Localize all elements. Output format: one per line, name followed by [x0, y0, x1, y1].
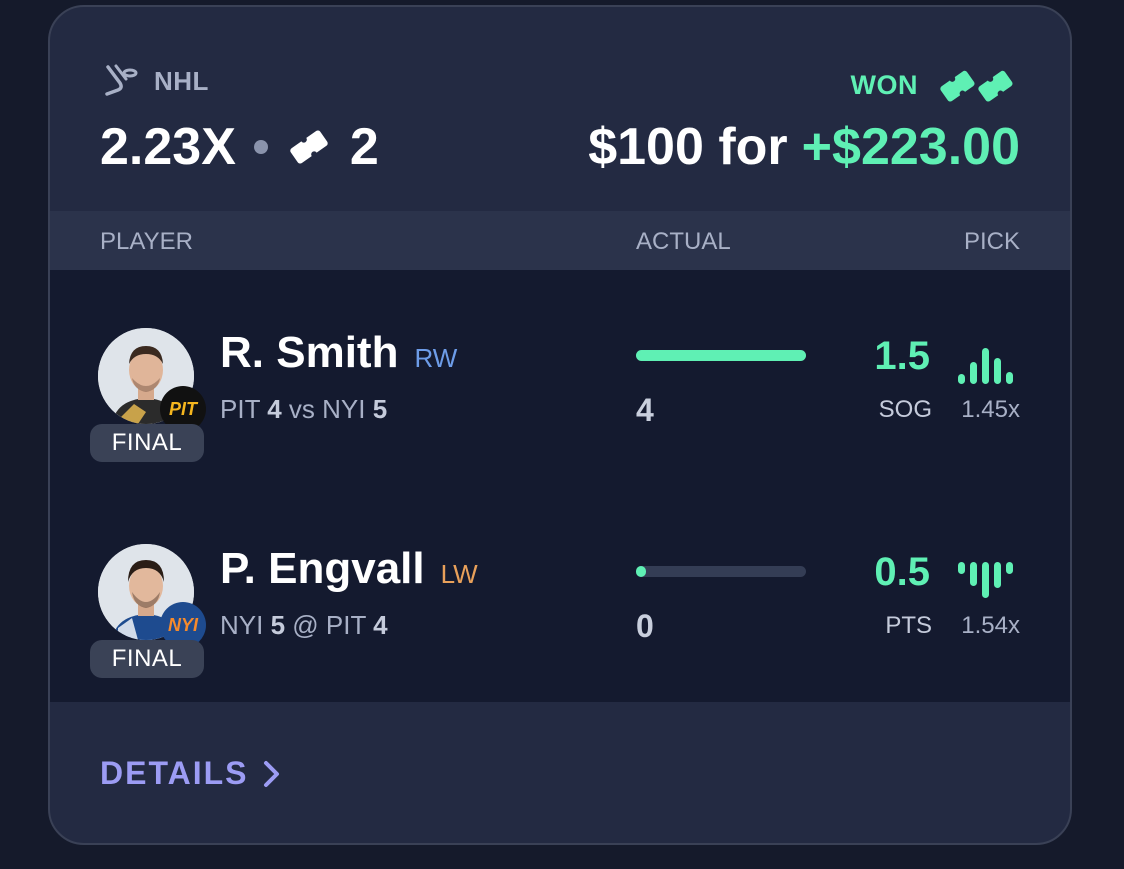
details-label: DETAILS: [100, 755, 249, 791]
payout-amount: +$223.00: [801, 118, 1020, 176]
column-player: PLAYER: [100, 228, 193, 255]
matchup-connector: @: [292, 610, 319, 640]
progress-bar: [636, 350, 806, 361]
player-name-line: P. Engvall LW: [220, 544, 478, 594]
league-label: NHL: [154, 65, 209, 96]
matchup: NYI 5 @ PIT 4: [220, 610, 388, 641]
team-abbr: NYI: [220, 610, 264, 640]
pick-card[interactable]: NHL WON 2.23X 2 $100 for +$223.00 PLAYER…: [48, 5, 1072, 845]
entry-amount: $100 for: [588, 118, 788, 176]
payout-row: $100 for +$223.00: [588, 117, 1020, 177]
result-label: WON: [850, 69, 918, 100]
column-pick: PICK: [963, 228, 1020, 255]
player-avatar: NYI: [98, 544, 206, 648]
column-actual: ACTUAL: [636, 228, 731, 255]
game-status-badge: FINAL: [90, 640, 204, 678]
pick-line: 0.5: [874, 550, 930, 594]
matchup-connector: vs: [288, 394, 315, 424]
pick-multiplier: 1.54x: [961, 612, 1020, 639]
progress-fill: [636, 350, 806, 361]
result-status: WON: [851, 63, 1020, 107]
player-row[interactable]: NYI FINAL P. Engvall LW NYI 5 @ PIT 4 0 …: [50, 486, 1070, 702]
player-row[interactable]: PIT FINAL R. Smith RW PIT 4 vs NYI 5 4 1…: [50, 270, 1070, 486]
opponent-abbr: PIT: [325, 610, 366, 640]
multiplier-row: 2.23X 2: [100, 117, 379, 177]
team-abbr: PIT: [220, 394, 260, 424]
details-link[interactable]: DETAILS: [100, 755, 283, 792]
separator-dot: [253, 140, 268, 154]
opponent-score: 4: [373, 610, 388, 640]
opponent-score: 5: [372, 394, 388, 424]
tickets-icon: [940, 70, 1013, 102]
pick-line: 1.5: [874, 334, 930, 378]
hockey-stick-icon: [105, 64, 138, 96]
team-score: 4: [267, 394, 282, 424]
player-avatar: PIT: [98, 328, 206, 432]
chevron-right-icon: [263, 760, 279, 787]
player-position: LW: [440, 559, 478, 589]
team-score: 5: [270, 610, 286, 640]
multiplier-value: 2.23X: [100, 118, 236, 176]
pick-multiplier: 1.45x: [961, 396, 1020, 423]
column-header: PLAYER ACTUAL PICK: [50, 211, 1070, 270]
matchup: PIT 4 vs NYI 5: [220, 394, 387, 425]
stat-type: SOG: [878, 396, 932, 423]
progress-bar: [636, 566, 806, 577]
ticket-icon: [290, 130, 328, 164]
league-header: NHL: [100, 61, 209, 101]
actual-value: 0: [636, 608, 654, 644]
trend-down-icon: [958, 562, 1013, 598]
trend-up-icon: [958, 348, 1013, 384]
actual-value: 4: [636, 392, 654, 428]
player-list: PIT FINAL R. Smith RW PIT 4 vs NYI 5 4 1…: [50, 270, 1070, 702]
player-name: R. Smith: [220, 328, 399, 377]
player-position: RW: [414, 343, 458, 373]
game-status-badge: FINAL: [90, 424, 204, 462]
opponent-abbr: NYI: [322, 394, 366, 424]
ticket-count: 2: [349, 118, 379, 176]
progress-fill: [636, 566, 647, 577]
player-name-line: R. Smith RW: [220, 328, 457, 378]
stat-type: PTS: [885, 612, 932, 639]
player-name: P. Engvall: [220, 544, 425, 593]
